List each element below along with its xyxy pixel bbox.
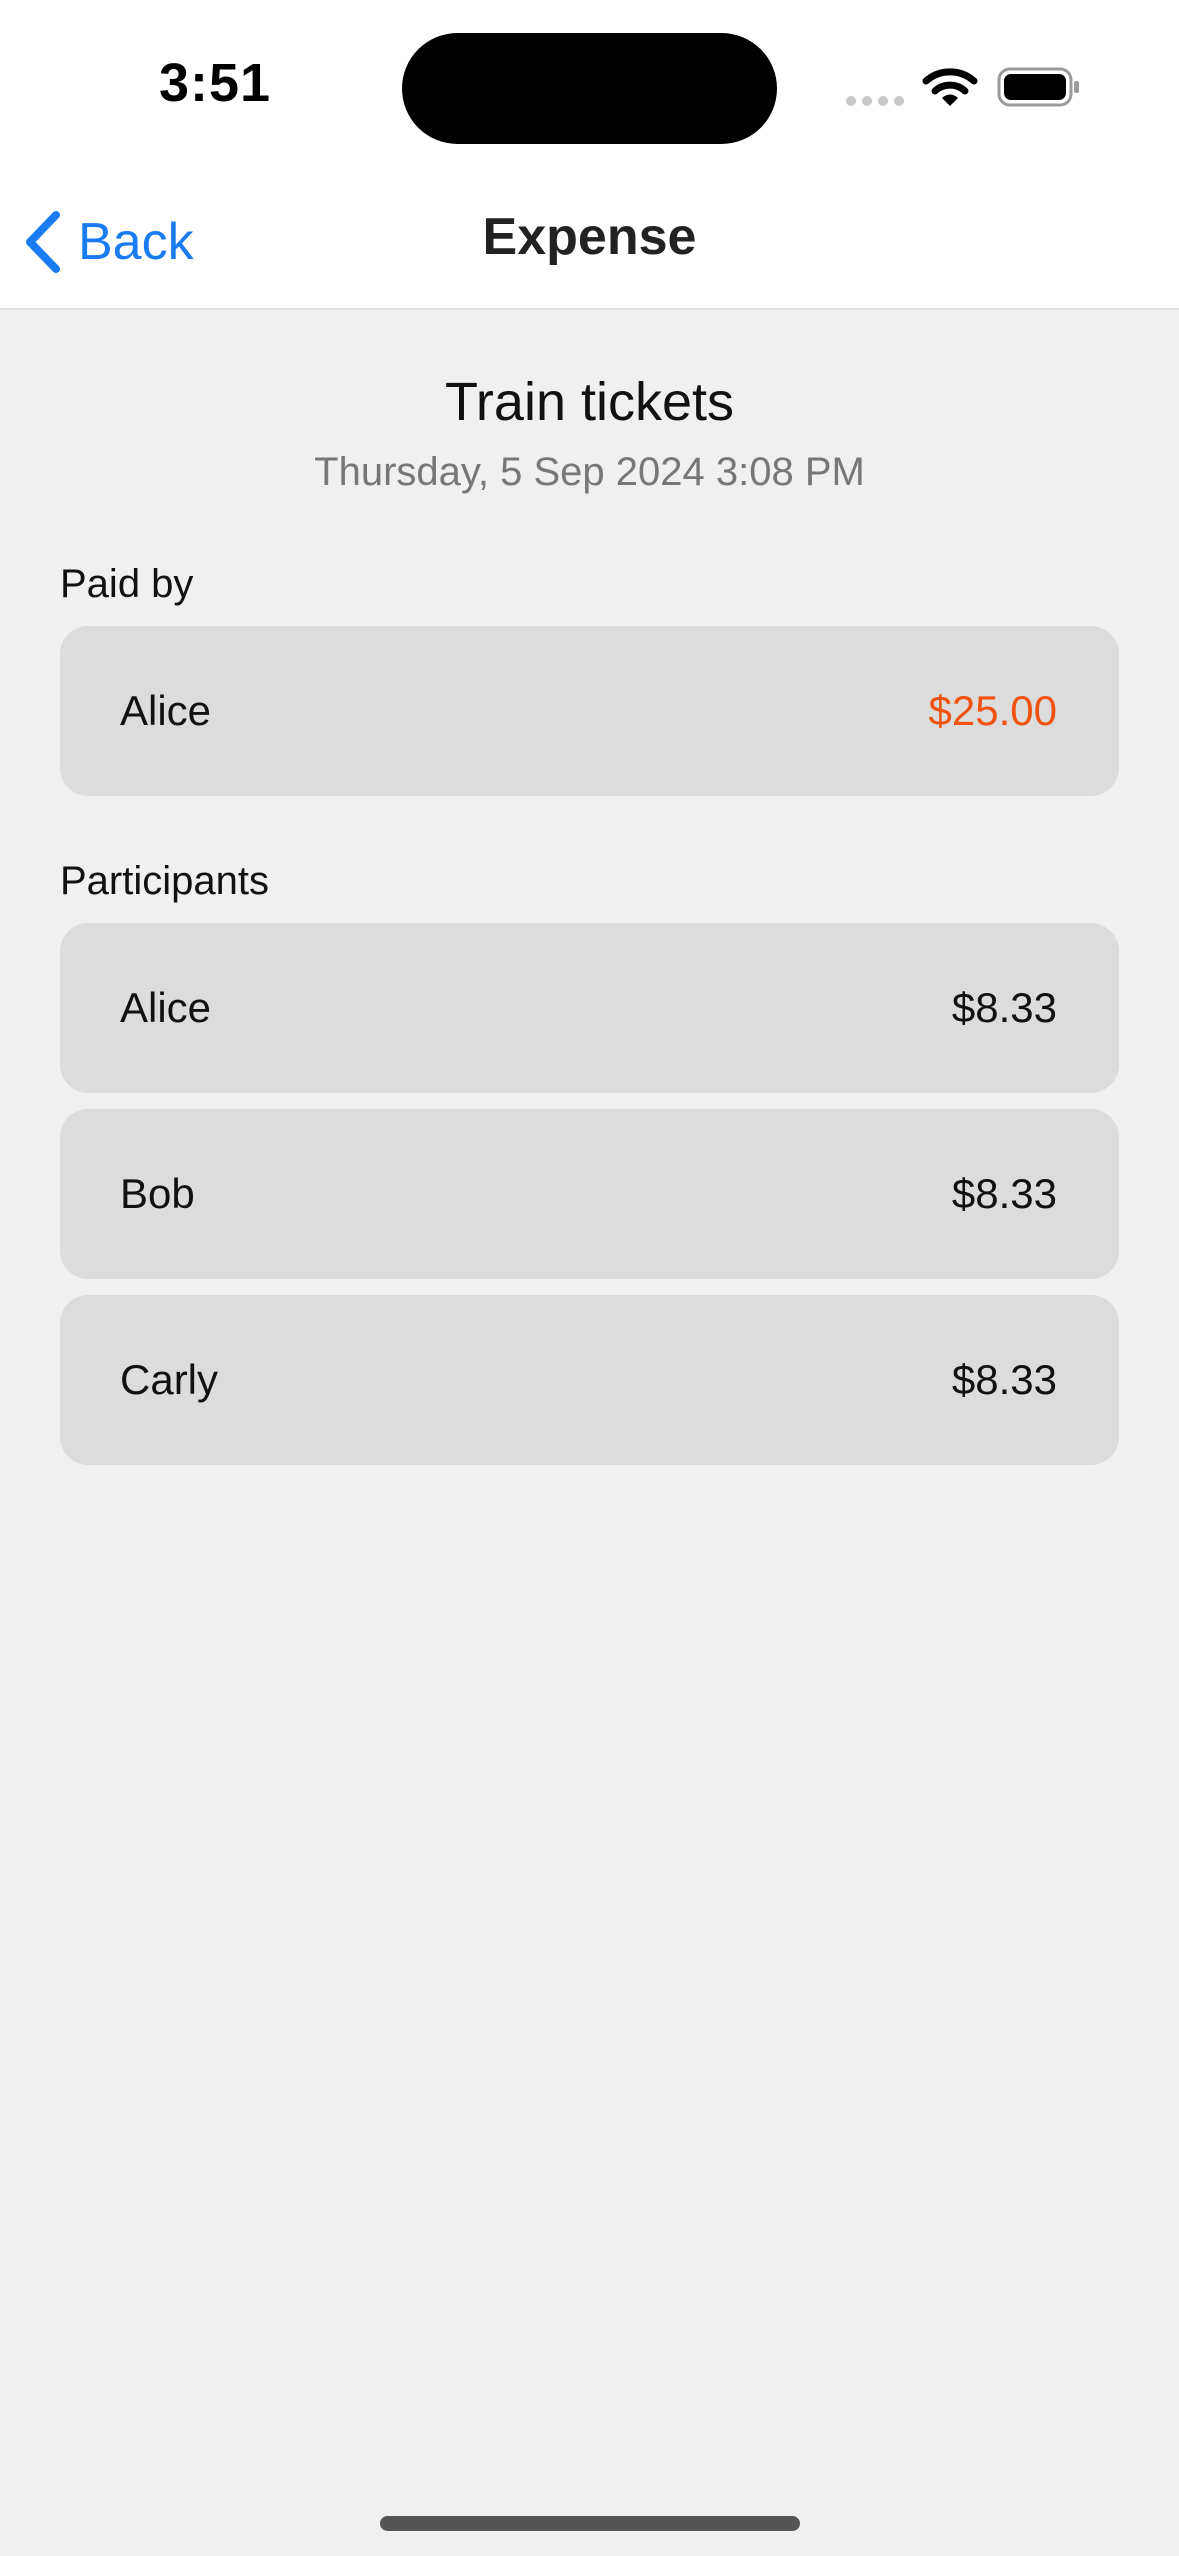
participant-row[interactable]: Bob $8.33	[60, 1109, 1119, 1279]
cellular-signal-icon	[846, 96, 904, 106]
participant-amount: $8.33	[951, 984, 1057, 1031]
dynamic-island	[402, 33, 777, 144]
participant-amount: $8.33	[951, 1356, 1057, 1403]
payer-row[interactable]: Alice $25.00	[60, 626, 1119, 796]
home-indicator[interactable]	[380, 2516, 800, 2531]
participant-name: Alice	[120, 984, 212, 1031]
expense-date: Thursday, 5 Sep 2024 3:08 PM	[314, 450, 865, 494]
wifi-icon	[922, 68, 978, 106]
participant-name: Bob	[120, 1170, 195, 1217]
participant-row[interactable]: Carly $8.33	[60, 1295, 1119, 1465]
expense-header: Train tickets Thursday, 5 Sep 2024 3:08 …	[0, 368, 1179, 498]
payer-name: Alice	[120, 687, 212, 734]
expense-title: Train tickets	[444, 372, 735, 432]
status-time: 3:51	[158, 53, 272, 113]
participant-name: Carly	[120, 1356, 219, 1403]
navigation-bar: Back Expense	[0, 175, 1179, 310]
payer-amount: $25.00	[928, 687, 1057, 734]
page-title: Expense	[482, 208, 697, 266]
status-bar: 3:51	[0, 0, 1179, 175]
battery-icon	[997, 67, 1079, 107]
paid-by-label: Paid by	[60, 562, 194, 606]
participants-label: Participants	[60, 859, 269, 903]
participant-row[interactable]: Alice $8.33	[60, 923, 1119, 1093]
participant-amount: $8.33	[951, 1170, 1057, 1217]
